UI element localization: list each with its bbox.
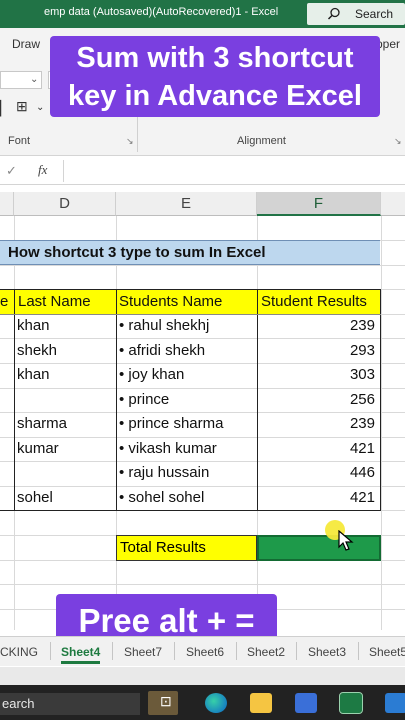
formula-input[interactable]: [63, 160, 405, 182]
total-results-label[interactable]: Total Results: [116, 535, 257, 561]
sheet-tab[interactable]: CKING: [0, 645, 38, 659]
column-header-d[interactable]: D: [14, 192, 116, 216]
tab-separator: [112, 642, 113, 660]
cell-student-result[interactable]: 446: [257, 461, 380, 485]
sheet-title-band[interactable]: How shortcut 3 type to sum In Excel: [0, 240, 380, 265]
tab-separator: [174, 642, 175, 660]
search-box[interactable]: Search: [307, 3, 405, 25]
title-bar: emp data (Autosaved)(AutoRecovered)1 - E…: [0, 0, 405, 28]
table-border: [0, 289, 381, 290]
alignment-dialog-launcher-icon[interactable]: ↘: [394, 136, 402, 147]
taskbar-search[interactable]: earch: [0, 693, 140, 715]
cell-student-result[interactable]: 239: [257, 314, 380, 338]
cell-student-name[interactable]: • joy khan: [119, 363, 257, 387]
sheet-tab[interactable]: Sheet3: [308, 645, 346, 659]
border-icon-partial[interactable]: ▏: [0, 100, 11, 117]
window-title: emp data (Autosaved)(AutoRecovered)1 - E…: [44, 6, 279, 18]
tab-separator: [50, 642, 51, 660]
fx-icon[interactable]: fx: [38, 162, 47, 178]
sheet-tab[interactable]: Sheet5: [369, 645, 405, 659]
excel-icon[interactable]: [339, 692, 363, 714]
cell-student-name[interactable]: • prince: [119, 388, 257, 412]
table-header-last-name[interactable]: Last Name: [15, 290, 116, 314]
cell-student-result[interactable]: 421: [257, 437, 380, 461]
table-header-student-results[interactable]: Student Results: [258, 290, 381, 314]
cell-last-name[interactable]: sohel: [17, 486, 116, 510]
sheet-tab-active[interactable]: Sheet4: [61, 645, 101, 664]
cell-student-result[interactable]: 256: [257, 388, 380, 412]
cell-last-name[interactable]: sharma: [17, 412, 116, 436]
overlay-caption-top: Sum with 3 shortcut key in Advance Excel: [50, 36, 380, 117]
cell-student-name[interactable]: • sohel sohel: [119, 486, 257, 510]
check-icon[interactable]: ✓: [6, 163, 17, 179]
cell-student-name[interactable]: • prince sharma: [119, 412, 257, 436]
file-explorer-icon[interactable]: [250, 693, 272, 713]
group-alignment-label: Alignment: [237, 135, 286, 147]
cell-student-name[interactable]: • vikash kumar: [119, 437, 257, 461]
sheet-tab[interactable]: Sheet2: [247, 645, 285, 659]
tab-separator: [296, 642, 297, 660]
column-header-e[interactable]: E: [116, 192, 257, 216]
store-icon[interactable]: [295, 693, 317, 713]
edge-icon[interactable]: [205, 693, 227, 713]
formula-bar: ✓ fx: [0, 157, 405, 185]
table-border: [0, 510, 381, 511]
table-border: [380, 289, 381, 511]
borders-icon[interactable]: ⊞: [16, 98, 28, 115]
cell-last-name[interactable]: kumar: [17, 437, 116, 461]
font-dialog-launcher-icon[interactable]: ↘: [126, 136, 134, 147]
cell-last-name[interactable]: shekh: [17, 339, 116, 363]
table-header-partial[interactable]: e: [0, 290, 14, 314]
column-header-g[interactable]: [381, 192, 405, 216]
search-icon: [327, 7, 340, 20]
task-view-icon[interactable]: ⊡: [160, 693, 182, 713]
search-label: Search: [355, 7, 394, 21]
grid-line: [0, 265, 405, 266]
mouse-pointer-icon: [338, 530, 354, 551]
cell-student-name[interactable]: • rahul shekhj: [119, 314, 257, 338]
group-font-label: Font: [8, 135, 31, 147]
status-bar: [0, 667, 405, 685]
cell-student-name[interactable]: • raju hussain: [119, 461, 257, 485]
sheet-tab[interactable]: Sheet6: [186, 645, 224, 659]
sheet-tab-bar: CKING Sheet4 Sheet7 Sheet6 Sheet2 Sheet3…: [0, 636, 405, 666]
column-header-f[interactable]: F: [257, 192, 381, 216]
grid-line: [0, 584, 405, 585]
total-results-cell-selected[interactable]: [257, 535, 381, 561]
table-border: [14, 289, 15, 511]
word-icon[interactable]: [385, 693, 405, 713]
cell-student-result[interactable]: 303: [257, 363, 380, 387]
table-border: [116, 289, 117, 511]
table-header-students-name[interactable]: Students Name: [117, 290, 257, 314]
column-header-c[interactable]: [0, 192, 14, 216]
grid-line: [381, 216, 382, 630]
cell-student-result[interactable]: 421: [257, 486, 380, 510]
cell-student-result[interactable]: 239: [257, 412, 380, 436]
tab-draw[interactable]: Draw: [12, 37, 40, 51]
cell-last-name[interactable]: khan: [17, 314, 116, 338]
taskbar: earch ⊡: [0, 685, 405, 720]
cell-last-name[interactable]: khan: [17, 363, 116, 387]
sheet-title: How shortcut 3 type to sum In Excel: [8, 244, 266, 261]
cell-student-result[interactable]: 293: [257, 339, 380, 363]
sheet-tab[interactable]: Sheet7: [124, 645, 162, 659]
tab-separator: [236, 642, 237, 660]
tab-separator: [358, 642, 359, 660]
cell-student-name[interactable]: • afridi shekh: [119, 339, 257, 363]
chevron-down-icon[interactable]: ⌄: [30, 74, 38, 85]
borders-dropdown-icon[interactable]: ⌄: [36, 102, 44, 113]
